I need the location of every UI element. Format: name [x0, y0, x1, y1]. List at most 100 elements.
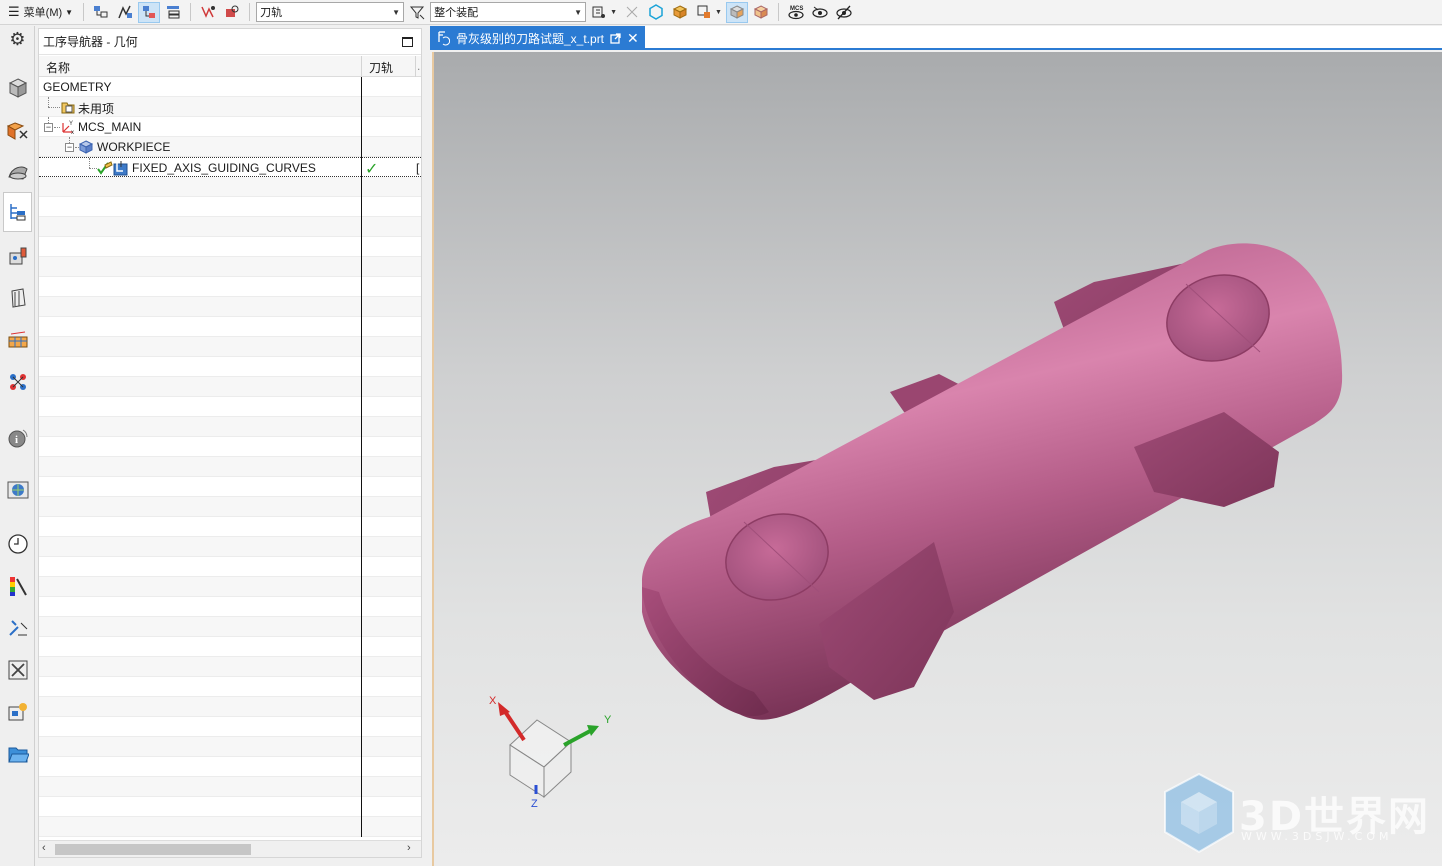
assembly-navigator-icon[interactable] [4, 74, 31, 101]
toolpath-ok-checkmark-icon: ✓ [365, 161, 379, 178]
geometry-view-icon[interactable] [138, 1, 161, 23]
empty-row [39, 717, 421, 737]
close-tab-icon[interactable]: ✕ [627, 30, 639, 47]
watermark-url: WWW.3DSJW.COM [1241, 830, 1393, 843]
machine-tool-navigator-icon[interactable] [4, 242, 31, 269]
column-toolpath-header[interactable]: 刀轨 [369, 59, 393, 76]
tree-row-label: 未用项 [78, 102, 115, 116]
tree-row-workpiece[interactable]: − WORKPIECE [39, 137, 421, 157]
tree-row-fixed-axis-guiding-curves[interactable]: FIXED_AXIS_GUIDING_CURVES ✓ [ [39, 157, 421, 178]
empty-row [39, 237, 421, 257]
empty-row [39, 597, 421, 617]
column-divider[interactable] [361, 56, 362, 77]
empty-row [39, 357, 421, 377]
info-icon[interactable]: i [4, 424, 31, 451]
open-folder-icon[interactable] [4, 740, 31, 767]
roles-icon[interactable] [4, 698, 31, 725]
tree-row-unused-items[interactable]: 未用项 [39, 97, 421, 117]
tree-row-geometry[interactable]: GEOMETRY [39, 77, 421, 97]
horizontal-scrollbar[interactable]: ‹ › [39, 840, 421, 857]
show-mcs-icon[interactable]: MCS [785, 2, 807, 23]
snap-grid-icon[interactable] [621, 2, 643, 23]
machining-method-view-icon[interactable] [162, 2, 184, 23]
show-eye-icon[interactable] [809, 2, 831, 23]
empty-row [39, 377, 421, 397]
menu-button[interactable]: ☰ 菜单(M) ▼ [4, 2, 77, 23]
face-select-icon[interactable] [693, 2, 715, 23]
feature-group-navigator-icon[interactable] [4, 326, 31, 353]
reuse-library-icon[interactable] [4, 368, 31, 395]
resource-bar: ⚙ i [0, 26, 35, 866]
wireframe-view-icon[interactable] [750, 2, 772, 23]
process-studio-icon[interactable] [4, 614, 31, 641]
empty-row [39, 797, 421, 817]
toolbar-divider [249, 3, 251, 21]
column-divider[interactable] [415, 56, 416, 77]
history-clock-icon[interactable] [4, 530, 31, 557]
tree-row-mcs-main[interactable]: − Yx MCS_MAIN [39, 117, 421, 137]
empty-row [39, 477, 421, 497]
verify-toolpath-icon[interactable] [221, 2, 243, 23]
empty-row [39, 197, 421, 217]
hexagon-select-icon[interactable] [645, 2, 667, 23]
collapse-toggle[interactable]: − [65, 143, 74, 152]
pop-out-icon[interactable] [610, 32, 621, 44]
document-tab-strip: 骨灰级别的刀路试题_x_t.prt ✕ [430, 26, 1442, 50]
chevron-down-icon[interactable]: ▼ [610, 9, 617, 16]
empty-row [39, 317, 421, 337]
empty-row [39, 737, 421, 757]
snap-point-icon[interactable] [588, 2, 610, 23]
shaded-view-icon[interactable] [725, 1, 748, 23]
scroll-left-arrow-icon[interactable]: ‹ [42, 842, 46, 854]
empty-row [39, 657, 421, 677]
triad-z-label: Z [531, 798, 538, 810]
solid-select-icon[interactable] [669, 2, 691, 23]
column-overflow-header: . [417, 59, 421, 73]
visualization-palette-icon[interactable] [4, 572, 31, 599]
folder-icon [61, 100, 75, 117]
empty-row [39, 417, 421, 437]
watermark-logo-icon [1164, 772, 1234, 854]
scroll-right-arrow-icon[interactable]: › [407, 842, 411, 854]
part-navigator-icon[interactable] [4, 158, 31, 185]
type-filter-value: 刀轨 [260, 7, 283, 19]
column-name-header[interactable]: 名称 [46, 59, 70, 76]
empty-row [39, 397, 421, 417]
svg-text:i: i [15, 434, 18, 446]
tree-connector [89, 158, 90, 168]
part-model-canvas: X Y Z [489, 243, 1343, 810]
empty-row [39, 637, 421, 657]
settings-gear-icon[interactable]: ⚙ [4, 26, 31, 53]
maximize-icon[interactable] [402, 36, 413, 47]
machining-feature-navigator-icon[interactable] [4, 284, 31, 311]
workpiece-icon [78, 140, 94, 157]
menu-label: 菜单(M) [23, 7, 63, 19]
tool-settings-icon[interactable] [4, 656, 31, 683]
hide-eye-icon[interactable] [833, 2, 855, 23]
scrollbar-thumb[interactable] [55, 844, 251, 855]
operation-navigator-panel: 工序导航器 - 几何 名称 刀轨 . GEOMETRY 未用项 − Yx MCS… [38, 28, 422, 858]
chevron-down-icon[interactable]: ▼ [715, 9, 722, 16]
selection-scope-value: 整个装配 [434, 7, 479, 19]
empty-row [39, 757, 421, 777]
triad-x-label: X [489, 695, 497, 707]
empty-row [39, 557, 421, 577]
selection-scope-dropdown[interactable]: 整个装配 ▼ [430, 2, 587, 22]
type-filter-dropdown[interactable]: 刀轨 ▼ [256, 2, 405, 22]
tree-row-label: GEOMETRY [43, 80, 112, 94]
document-tab[interactable]: 骨灰级别的刀路试题_x_t.prt ✕ [430, 26, 645, 50]
tree-connector [48, 107, 60, 108]
generate-toolpath-icon[interactable] [197, 2, 219, 23]
selection-filter-icon[interactable] [406, 2, 428, 23]
collapse-toggle[interactable]: − [44, 123, 53, 132]
tree-row-label: FIXED_AXIS_GUIDING_CURVES [132, 161, 316, 175]
machine-tool-view-icon[interactable] [114, 2, 136, 23]
web-browser-icon[interactable] [4, 476, 31, 503]
tree-connector [48, 97, 49, 107]
constraint-navigator-icon[interactable] [4, 116, 31, 143]
program-order-view-icon[interactable] [90, 2, 112, 23]
extra-column-cell: [ [416, 161, 420, 175]
operation-navigator-icon[interactable] [3, 192, 32, 232]
x-axis-arrow [502, 708, 526, 742]
graphics-viewport[interactable]: X Y Z 3D世界网 WWW.3DSJW.COM [432, 52, 1442, 866]
